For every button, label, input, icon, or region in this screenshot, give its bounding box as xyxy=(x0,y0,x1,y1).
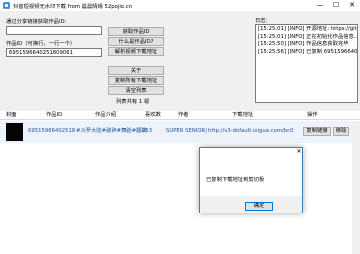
close-button[interactable]: ✕ xyxy=(344,0,360,11)
column-header-desc[interactable]: 作品介绍 xyxy=(95,112,116,119)
remove-button[interactable]: 移除 xyxy=(333,127,349,136)
column-header-likes[interactable]: 喜欢数 xyxy=(145,112,161,119)
column-header-url[interactable]: 下载地址 xyxy=(232,112,253,119)
share-link-input[interactable] xyxy=(6,26,102,35)
about-button[interactable]: 关于 xyxy=(108,66,164,75)
row-id: 69515966402518 xyxy=(28,128,76,134)
column-header-cover[interactable]: 封面 xyxy=(6,112,17,119)
column-header-actions[interactable]: 操作 xyxy=(307,112,318,119)
log-label: 日志: xyxy=(255,18,268,24)
title-bar: 抖音短视频无水印下载 from 晨晨晴晴 52pojie.cn — ☐ ✕ xyxy=(0,0,360,11)
share-link-label: 通过分享链接获取作品ID: xyxy=(6,19,67,25)
row-author: SUPER SENIOR| xyxy=(166,128,208,134)
copy-all-button[interactable]: 复制所有下载地址 xyxy=(108,76,164,85)
works-id-label: 作品ID（可换行，一行一个） xyxy=(6,41,76,47)
clear-list-button[interactable]: 清空列表 xyxy=(108,86,164,95)
vertical-scrollbar[interactable] xyxy=(352,121,360,254)
row-desc: #斗罗大陆#破碎#舞蹈#翻跳 xyxy=(76,128,147,134)
what-is-id-button[interactable]: 什么是作品ID? xyxy=(108,37,164,46)
dialog-close-button[interactable]: ✕ xyxy=(294,147,304,156)
log-line: [15:25:50] [INFO] 作品信息获取完毕 xyxy=(258,41,349,48)
cover-thumbnail xyxy=(6,123,23,141)
copy-link-button[interactable]: 复制链接 xyxy=(303,127,331,136)
message-dialog: ✕ 已复制下载地址到剪切板 确定 xyxy=(199,147,303,213)
parse-urls-button[interactable]: 解析视频下载地址 xyxy=(108,47,164,56)
works-id-input[interactable]: 6951596640251809061 xyxy=(6,48,102,57)
app-icon xyxy=(3,2,10,9)
dialog-ok-button[interactable]: 确定 xyxy=(245,202,273,211)
column-header-author[interactable]: 作者 xyxy=(178,112,189,119)
get-id-button[interactable]: 获取作品ID xyxy=(108,27,164,36)
maximize-button[interactable]: ☐ xyxy=(328,0,344,11)
row-likes: 253 xyxy=(142,128,153,134)
minimize-button[interactable]: — xyxy=(312,0,328,11)
log-textarea[interactable]: [15:25:01] [INFO] 开源地址: https://github.c… xyxy=(255,24,358,103)
dialog-message: 已复制下载地址到剪切板 xyxy=(206,177,265,183)
row-url: http://v3-default.ixigua.com/bc0 xyxy=(208,128,294,134)
log-line: [15:25:56] [INFO] 已复制 695159664025180906… xyxy=(258,48,358,55)
column-header-id[interactable]: 作品ID xyxy=(46,112,62,119)
log-line: [15:25:01] [INFO] 开源地址: https://github.c… xyxy=(258,26,357,32)
list-count: 列表共有 1 视 xyxy=(116,99,150,105)
window-title: 抖音短视频无水印下载 from 晨晨晴晴 52pojie.cn xyxy=(13,4,133,10)
